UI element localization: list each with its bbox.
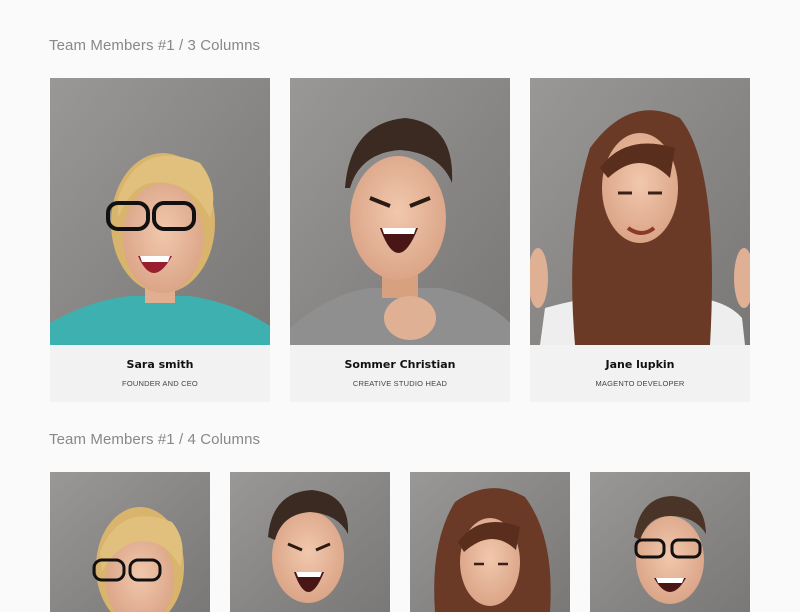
member-role: CREATIVE STUDIO HEAD: [352, 379, 448, 388]
member-photo: [590, 472, 750, 612]
member-info: Jane lupkin MAGENTO DEVELOPER: [530, 345, 750, 402]
member-name: Sara smith: [126, 358, 194, 371]
member-photo: [290, 78, 510, 345]
member-role: FOUNDER AND CEO: [122, 379, 198, 388]
member-photo: [50, 78, 270, 345]
member-photo: [50, 472, 210, 612]
member-role: MAGENTO DEVELOPER: [595, 379, 685, 388]
team-member-card[interactable]: [50, 472, 210, 612]
member-info: Sommer Christian CREATIVE STUDIO HEAD: [290, 345, 510, 402]
section-title-3-columns: Team Members #1 / 3 Columns: [49, 37, 261, 54]
member-name: Jane lupkin: [605, 358, 675, 371]
member-name: Sommer Christian: [344, 358, 456, 371]
team-member-card[interactable]: Sara smith FOUNDER AND CEO: [50, 78, 270, 402]
member-photo: [410, 472, 570, 612]
section-title-4-columns: Team Members #1 / 4 Columns: [49, 431, 261, 448]
team-member-card[interactable]: [230, 472, 390, 612]
team-member-card[interactable]: [590, 472, 750, 612]
team-member-card[interactable]: [410, 472, 570, 612]
team-member-card[interactable]: Jane lupkin MAGENTO DEVELOPER: [530, 78, 750, 402]
member-photo: [530, 78, 750, 345]
team-member-card[interactable]: Sommer Christian CREATIVE STUDIO HEAD: [290, 78, 510, 402]
member-photo: [230, 472, 390, 612]
member-info: Sara smith FOUNDER AND CEO: [50, 345, 270, 402]
